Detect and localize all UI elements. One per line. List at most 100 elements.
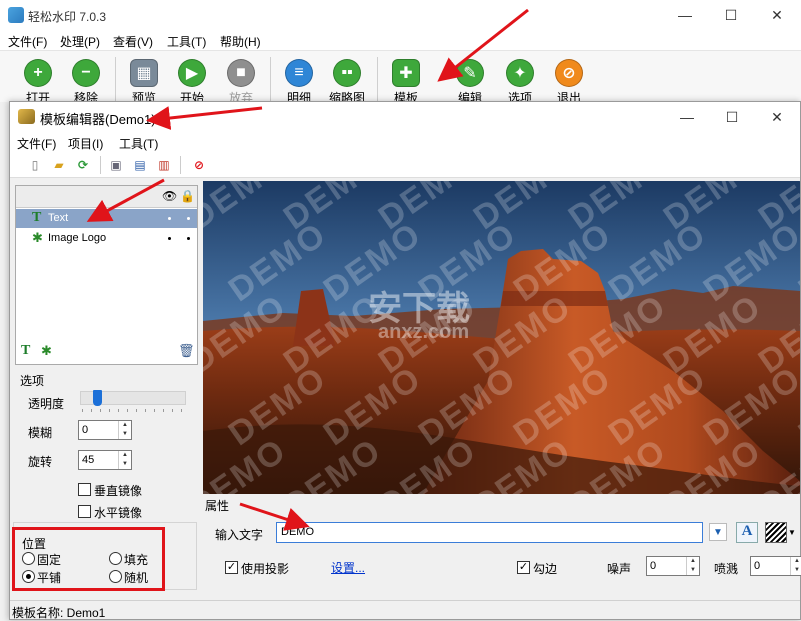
main-menu-bar: 文件(F) 处理(P) 查看(V) 工具(T) 帮助(H) <box>0 30 801 50</box>
opacity-slider-thumb[interactable] <box>93 390 102 406</box>
editor-menu-file[interactable]: 文件(F) <box>17 135 56 152</box>
template-button[interactable]: ✚ 模板 <box>383 59 429 106</box>
visibility-eye-icon[interactable]: 👁 <box>162 189 177 203</box>
details-button[interactable]: ≡ 明细 <box>276 59 322 106</box>
layer-name: Image Logo <box>48 232 107 244</box>
save-as-icon[interactable]: ▥ <box>155 156 173 174</box>
editor-menu-tools[interactable]: 工具(T) <box>119 135 158 152</box>
pattern-dropdown-icon[interactable]: ▼ <box>788 522 798 543</box>
menu-tools[interactable]: 工具(T) <box>167 33 206 50</box>
remove-button[interactable]: − 移除 <box>63 59 109 106</box>
menu-help[interactable]: 帮助(H) <box>220 33 261 50</box>
edit-button[interactable]: ✎ 编辑 <box>447 59 493 106</box>
preview-canvas: DEMO DEMO DEMO DEMO DEMO DEMO DEMO DEMO DEMO DEMO… <box>203 181 800 494</box>
toolbar-separator <box>377 57 378 101</box>
editor-menu-bar: 文件(F) 项目(I) 工具(T) <box>10 132 800 152</box>
blur-value: 0 <box>82 424 89 436</box>
wrench-icon: ✦ <box>506 59 534 87</box>
rotate-value: 45 <box>82 454 95 466</box>
menu-file[interactable]: 文件(F) <box>8 33 47 50</box>
menu-view[interactable]: 查看(V) <box>113 33 153 50</box>
layer-visible-dot[interactable] <box>168 237 171 240</box>
image-layer-icon: ✱ <box>32 230 43 245</box>
layer-row-text[interactable]: T Text <box>16 209 197 228</box>
editor-app-icon <box>18 109 35 124</box>
layer-lock-dot[interactable] <box>187 237 190 240</box>
save-icon[interactable]: ▤ <box>131 156 149 174</box>
menu-process[interactable]: 处理(P) <box>60 33 100 50</box>
image-icon[interactable]: ▣ <box>107 156 125 174</box>
opacity-slider-track[interactable] <box>80 390 186 406</box>
spray-label: 喷溅 <box>714 562 739 576</box>
exit-button[interactable]: ⊘ 退出 <box>546 59 592 106</box>
puzzle-icon: ✚ <box>392 59 420 87</box>
flip-vertical-label: 垂直镜像 <box>94 484 143 498</box>
spin-arrows-icon[interactable]: ▲ ▼ <box>118 451 131 469</box>
spray-spinbox[interactable]: 0 ▲ ▼ <box>750 556 801 576</box>
editor-menu-item[interactable]: 项目(I) <box>68 135 103 152</box>
new-file-icon[interactable]: ▯ <box>26 156 44 174</box>
open-button[interactable]: + 打开 <box>15 59 61 106</box>
spin-arrows-icon[interactable]: ▲ ▼ <box>790 557 801 575</box>
flip-vertical-checkbox[interactable] <box>78 483 91 496</box>
template-name-status: 模板名称: Demo1 <box>12 606 106 620</box>
flip-horizontal-label: 水平镜像 <box>94 506 143 520</box>
editor-toolbar: ▯ ▰ ⟳ ▣ ▤ ▥ ⊘ <box>10 152 800 178</box>
editor-maximize-button[interactable]: ☐ <box>709 102 755 132</box>
add-image-layer-icon[interactable]: ✱ <box>41 343 52 359</box>
layers-header: 👁 🔒 <box>16 186 197 208</box>
preview-button[interactable]: ▦ 预览 <box>121 59 167 106</box>
blur-spinbox[interactable]: 0 ▲ ▼ <box>78 420 132 440</box>
add-text-layer-icon[interactable]: T <box>21 343 30 359</box>
exit-icon: ⊘ <box>555 59 583 87</box>
watermark-text-value: DEMO <box>281 526 314 538</box>
opacity-label: 透明度 <box>28 397 65 411</box>
minimize-button[interactable]: — <box>662 0 708 30</box>
trash-icon[interactable]: 🗑 <box>178 343 195 359</box>
close-button[interactable]: ✕ <box>754 0 800 30</box>
flip-horizontal-checkbox[interactable] <box>78 505 91 518</box>
details-icon: ≡ <box>285 59 313 87</box>
layers-panel: 👁 🔒 T Text ✱ Image Logo T ✱ 🗑 <box>15 185 198 365</box>
play-icon: ▶ <box>178 59 206 87</box>
spin-arrows-icon[interactable]: ▲ ▼ <box>118 421 131 439</box>
editor-window-title: 模板编辑器(Demo1) <box>40 112 156 127</box>
lock-icon[interactable]: 🔒 <box>180 189 195 203</box>
noise-spinbox[interactable]: 0 ▲ ▼ <box>646 556 700 576</box>
main-window-title: 轻松水印 7.0.3 <box>28 10 107 24</box>
editor-close-button[interactable]: ✕ <box>754 102 800 132</box>
pattern-fill-icon[interactable] <box>765 522 787 543</box>
shadow-checkbox[interactable]: ✓ <box>225 561 238 574</box>
properties-section-title: 属性 <box>205 499 230 513</box>
noise-label: 噪声 <box>607 562 632 576</box>
pencil-icon: ✎ <box>456 59 484 87</box>
template-editor-window: 模板编辑器(Demo1) — ☐ ✕ 文件(F) 项目(I) 工具(T) ▯ ▰… <box>9 101 801 620</box>
refresh-icon[interactable]: ⟳ <box>74 156 92 174</box>
preview-icon: ▦ <box>130 59 158 87</box>
rotate-spinbox[interactable]: 45 ▲ ▼ <box>78 450 132 470</box>
layer-visible-dot[interactable] <box>168 217 171 220</box>
abort-button[interactable]: ■ 放弃 <box>218 59 264 106</box>
layer-name: Text <box>48 212 69 224</box>
start-button[interactable]: ▶ 开始 <box>169 59 215 106</box>
maximize-button[interactable]: ☐ <box>708 0 754 30</box>
toolbar-separator <box>115 57 116 101</box>
chevron-down-icon[interactable]: ▼ <box>709 523 727 541</box>
outline-checkbox[interactable]: ✓ <box>517 561 530 574</box>
layer-lock-dot[interactable] <box>187 217 190 220</box>
layer-row-image-logo[interactable]: ✱ Image Logo <box>16 229 197 248</box>
editor-minimize-button[interactable]: — <box>664 102 710 132</box>
open-folder-icon[interactable]: ▰ <box>50 156 68 174</box>
watermark-text-input[interactable]: DEMO <box>276 522 703 543</box>
toolbar-separator <box>270 57 271 101</box>
thumbnails-button[interactable]: ▪▪ 缩略图 <box>324 59 370 106</box>
options-button[interactable]: ✦ 选项 <box>497 59 543 106</box>
shadow-settings-link[interactable]: 设置... <box>331 559 365 576</box>
plus-icon: + <box>24 59 52 87</box>
properties-panel: 属性 输入文字 DEMO ▼ A ▼ ✓ 使用投影 设置... ✓ 勾边 噪声 … <box>203 494 801 598</box>
options-section-title: 选项 <box>20 374 45 388</box>
minus-icon: − <box>72 59 100 87</box>
spin-arrows-icon[interactable]: ▲ ▼ <box>686 557 699 575</box>
cancel-icon[interactable]: ⊘ <box>190 156 208 174</box>
font-icon[interactable]: A <box>736 522 758 543</box>
